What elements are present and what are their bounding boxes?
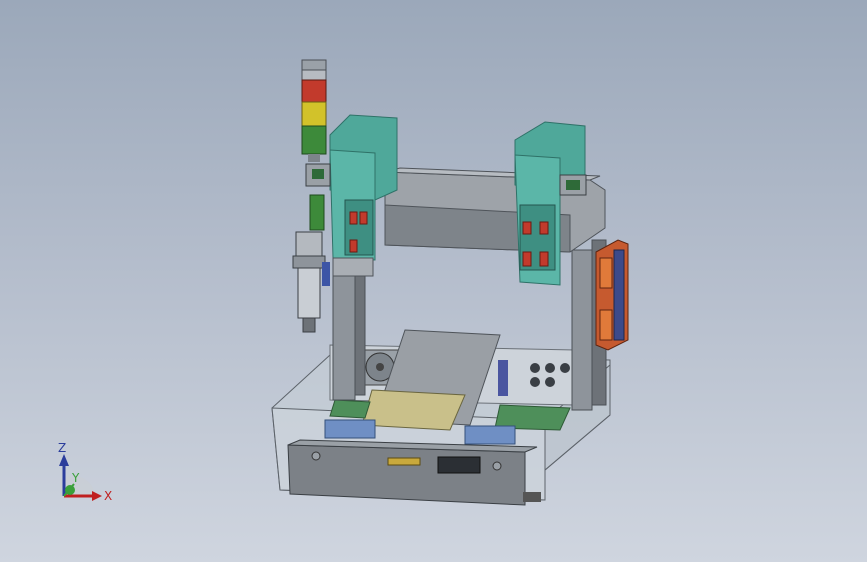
- control-display: [437, 456, 481, 474]
- y-axis-label: Y: [71, 471, 80, 485]
- front-panel: [287, 439, 541, 506]
- z-axis-label: Z: [58, 441, 66, 455]
- tower-light-red: [301, 79, 327, 103]
- axis-triad: Z Y X: [58, 441, 112, 503]
- fixture-plate: [361, 389, 466, 431]
- label-plate: [387, 457, 421, 466]
- x-axis-label: X: [104, 489, 112, 503]
- tower-light-yellow: [301, 101, 327, 127]
- dispensing-robot-model[interactable]: [0, 0, 867, 562]
- tower-light: [301, 59, 327, 162]
- side-controller: [595, 239, 629, 351]
- left-column: [332, 269, 366, 401]
- blue-block: [498, 360, 508, 396]
- pressure-regulator: [292, 163, 331, 333]
- cad-viewport[interactable]: Z Y X: [0, 0, 867, 562]
- front-button: [311, 451, 321, 461]
- tower-light-green: [301, 125, 327, 155]
